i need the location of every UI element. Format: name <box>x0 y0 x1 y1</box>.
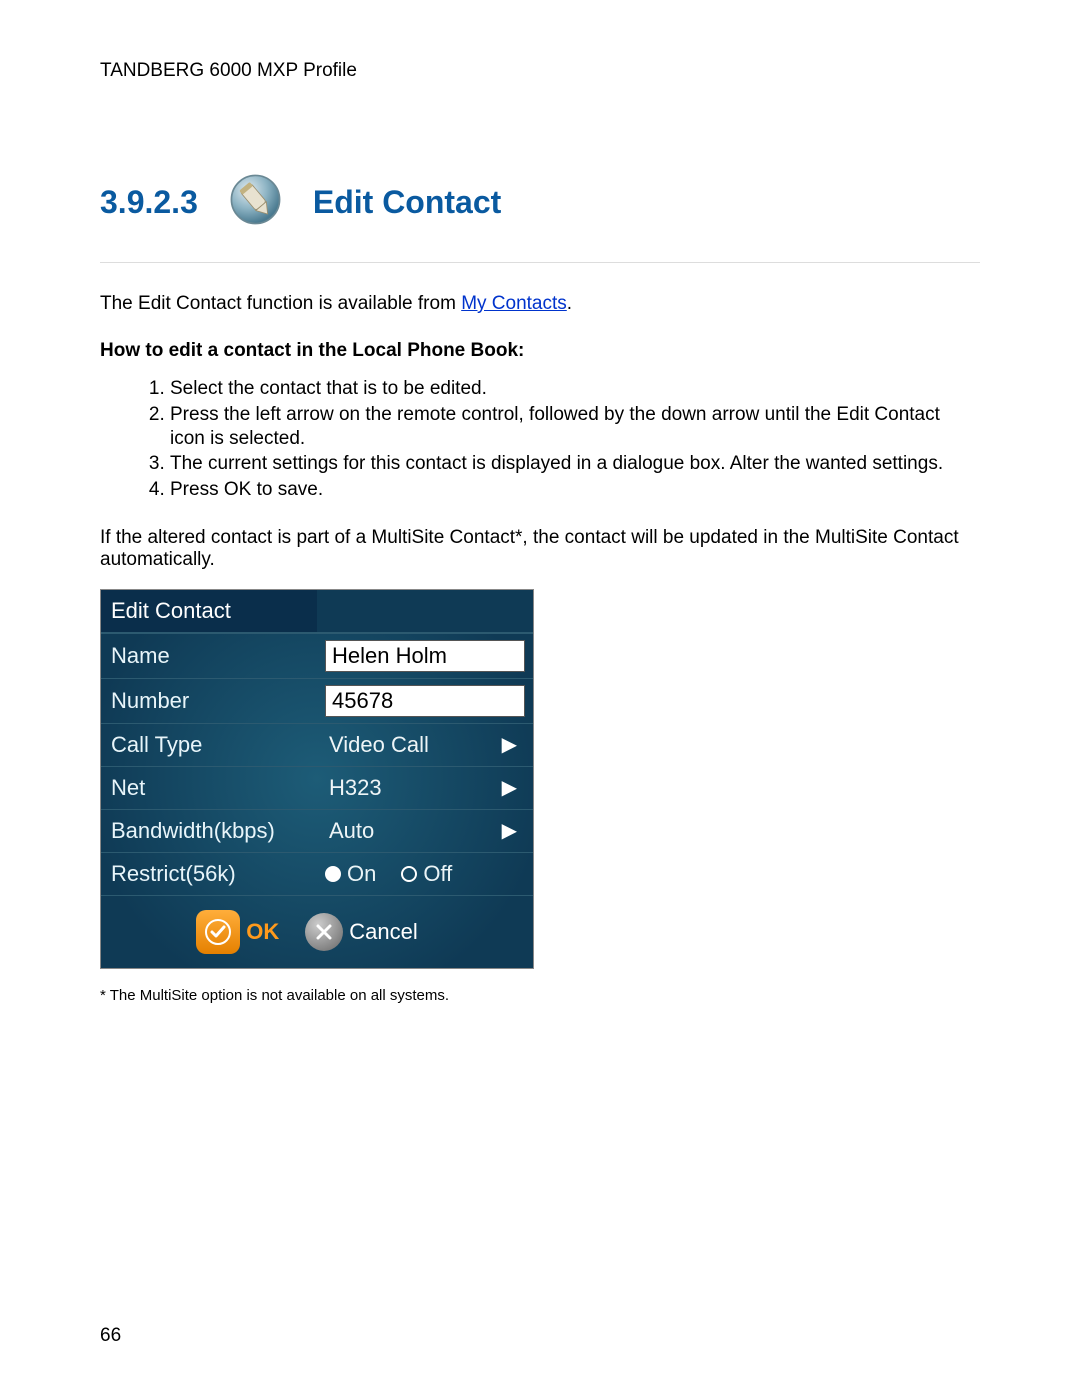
chevron-right-icon[interactable]: ▶ <box>502 818 525 843</box>
footnote: * The MultiSite option is not available … <box>100 987 980 1004</box>
cancel-button[interactable] <box>305 913 343 951</box>
net-select[interactable]: H323 <box>325 775 502 801</box>
check-icon <box>204 918 232 946</box>
close-icon <box>314 922 334 942</box>
ok-label: OK <box>246 919 279 945</box>
cancel-label: Cancel <box>349 919 417 945</box>
number-field[interactable]: 45678 <box>325 685 525 717</box>
dialog-title: Edit Contact <box>101 590 317 633</box>
calltype-select[interactable]: Video Call <box>325 732 502 758</box>
list-item: Press OK to save. <box>170 478 980 502</box>
net-label: Net <box>101 767 317 809</box>
section-title: Edit Contact <box>313 184 501 221</box>
ok-button[interactable] <box>196 910 240 954</box>
restrict-off-label: Off <box>423 861 452 887</box>
restrict-label: Restrict(56k) <box>101 853 317 895</box>
restrict-on-radio[interactable]: On <box>325 861 376 887</box>
chevron-right-icon[interactable]: ▶ <box>502 732 525 757</box>
calltype-label: Call Type <box>101 724 317 766</box>
restrict-off-radio[interactable]: Off <box>401 861 452 887</box>
intro-prefix: The Edit Contact function is available f… <box>100 293 461 314</box>
name-label: Name <box>101 635 317 677</box>
edit-contact-dialog: Edit Contact Name Helen Holm Number 4567… <box>100 589 534 969</box>
bandwidth-select[interactable]: Auto <box>325 818 502 844</box>
list-item: Select the contact that is to be edited. <box>170 377 980 401</box>
intro-paragraph: The Edit Contact function is available f… <box>100 293 980 315</box>
chevron-right-icon[interactable]: ▶ <box>502 775 525 800</box>
post-note: If the altered contact is part of a Mult… <box>100 527 980 571</box>
radio-icon <box>325 866 341 882</box>
intro-suffix: . <box>567 293 572 314</box>
section-heading: 3.9.2.3 Edit Contact <box>100 172 980 263</box>
section-number: 3.9.2.3 <box>100 184 198 221</box>
list-item: Press the left arrow on the remote contr… <box>170 403 980 451</box>
page-number: 66 <box>100 1325 121 1347</box>
restrict-on-label: On <box>347 861 376 887</box>
my-contacts-link[interactable]: My Contacts <box>461 293 567 314</box>
howto-heading: How to edit a contact in the Local Phone… <box>100 340 980 362</box>
steps-list: Select the contact that is to be edited.… <box>100 377 980 502</box>
pencil-edit-icon <box>228 172 283 232</box>
radio-icon <box>401 866 417 882</box>
number-label: Number <box>101 680 317 722</box>
name-field[interactable]: Helen Holm <box>325 640 525 672</box>
list-item: The current settings for this contact is… <box>170 452 980 476</box>
bandwidth-label: Bandwidth(kbps) <box>101 810 317 852</box>
document-header: TANDBERG 6000 MXP Profile <box>100 60 980 82</box>
